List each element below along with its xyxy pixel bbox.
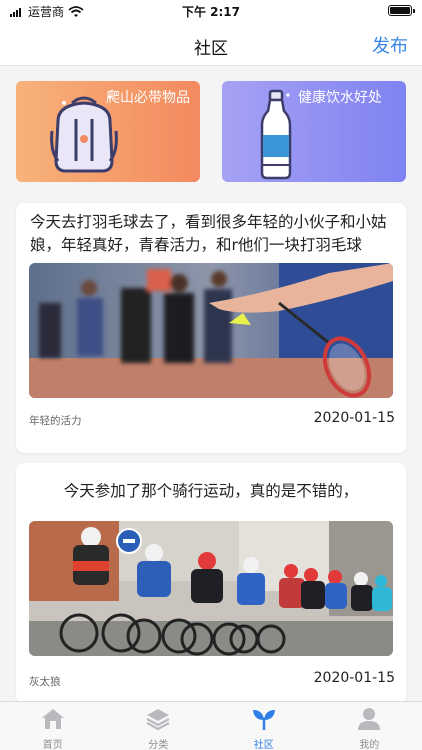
navigation-bar: 社区 发布 — [0, 22, 422, 66]
publish-button[interactable]: 发布 — [372, 32, 408, 58]
post-text: 今天去打羽毛球去了，看到很多年轻的小伙子和小姑娘，年轻真好，青春活力，和r他们一… — [30, 213, 387, 254]
post-card[interactable]: 今天去打羽毛球去了，看到很多年轻的小伙子和小姑娘，年轻真好，青春活力，和r他们一… — [16, 203, 406, 453]
tab-community[interactable]: 社区 — [211, 702, 317, 750]
sprout-icon — [252, 710, 275, 730]
tab-category[interactable]: 分类 — [106, 702, 212, 750]
banner-label: 健康饮水好处 — [298, 90, 382, 106]
water-bottle-icon — [260, 89, 292, 180]
badminton-photo[interactable] — [29, 263, 393, 398]
banner-drinking-water[interactable]: 健康饮水好处 — [222, 81, 406, 182]
tab-label: 社区 — [253, 740, 274, 750]
tab-home[interactable]: 首页 — [0, 702, 106, 750]
banner-label: 爬山必带物品 — [106, 90, 190, 106]
post-date: 2020-01-15 — [313, 410, 395, 426]
post-date: 2020-01-15 — [313, 670, 395, 686]
tab-bar: 首页 分类 社区 我的 — [0, 701, 422, 750]
post-tag: 灰太狼 — [29, 676, 61, 688]
post-tag: 年轻的活力 — [29, 415, 82, 427]
tab-label: 首页 — [42, 740, 63, 750]
tab-label: 分类 — [148, 740, 169, 750]
layers-icon — [146, 709, 170, 731]
status-time: 下午 2:17 — [181, 5, 241, 19]
banner-hiking-essentials[interactable]: 爬山必带物品 — [16, 81, 200, 182]
tab-profile[interactable]: 我的 — [317, 702, 422, 750]
page-title: 社区 — [194, 39, 228, 59]
cycling-race-photo[interactable] — [29, 521, 393, 656]
user-icon — [358, 708, 381, 730]
battery-icon — [388, 5, 415, 16]
status-bar: 运营商 下午 2:17 — [0, 0, 422, 22]
tab-label: 我的 — [359, 740, 380, 750]
post-card[interactable]: 今天参加了那个骑行运动，真的是不错的， 灰太狼 2020-01-15 — [16, 463, 406, 703]
home-icon — [41, 709, 64, 729]
post-text: 今天参加了那个骑行运动，真的是不错的， — [63, 482, 359, 500]
